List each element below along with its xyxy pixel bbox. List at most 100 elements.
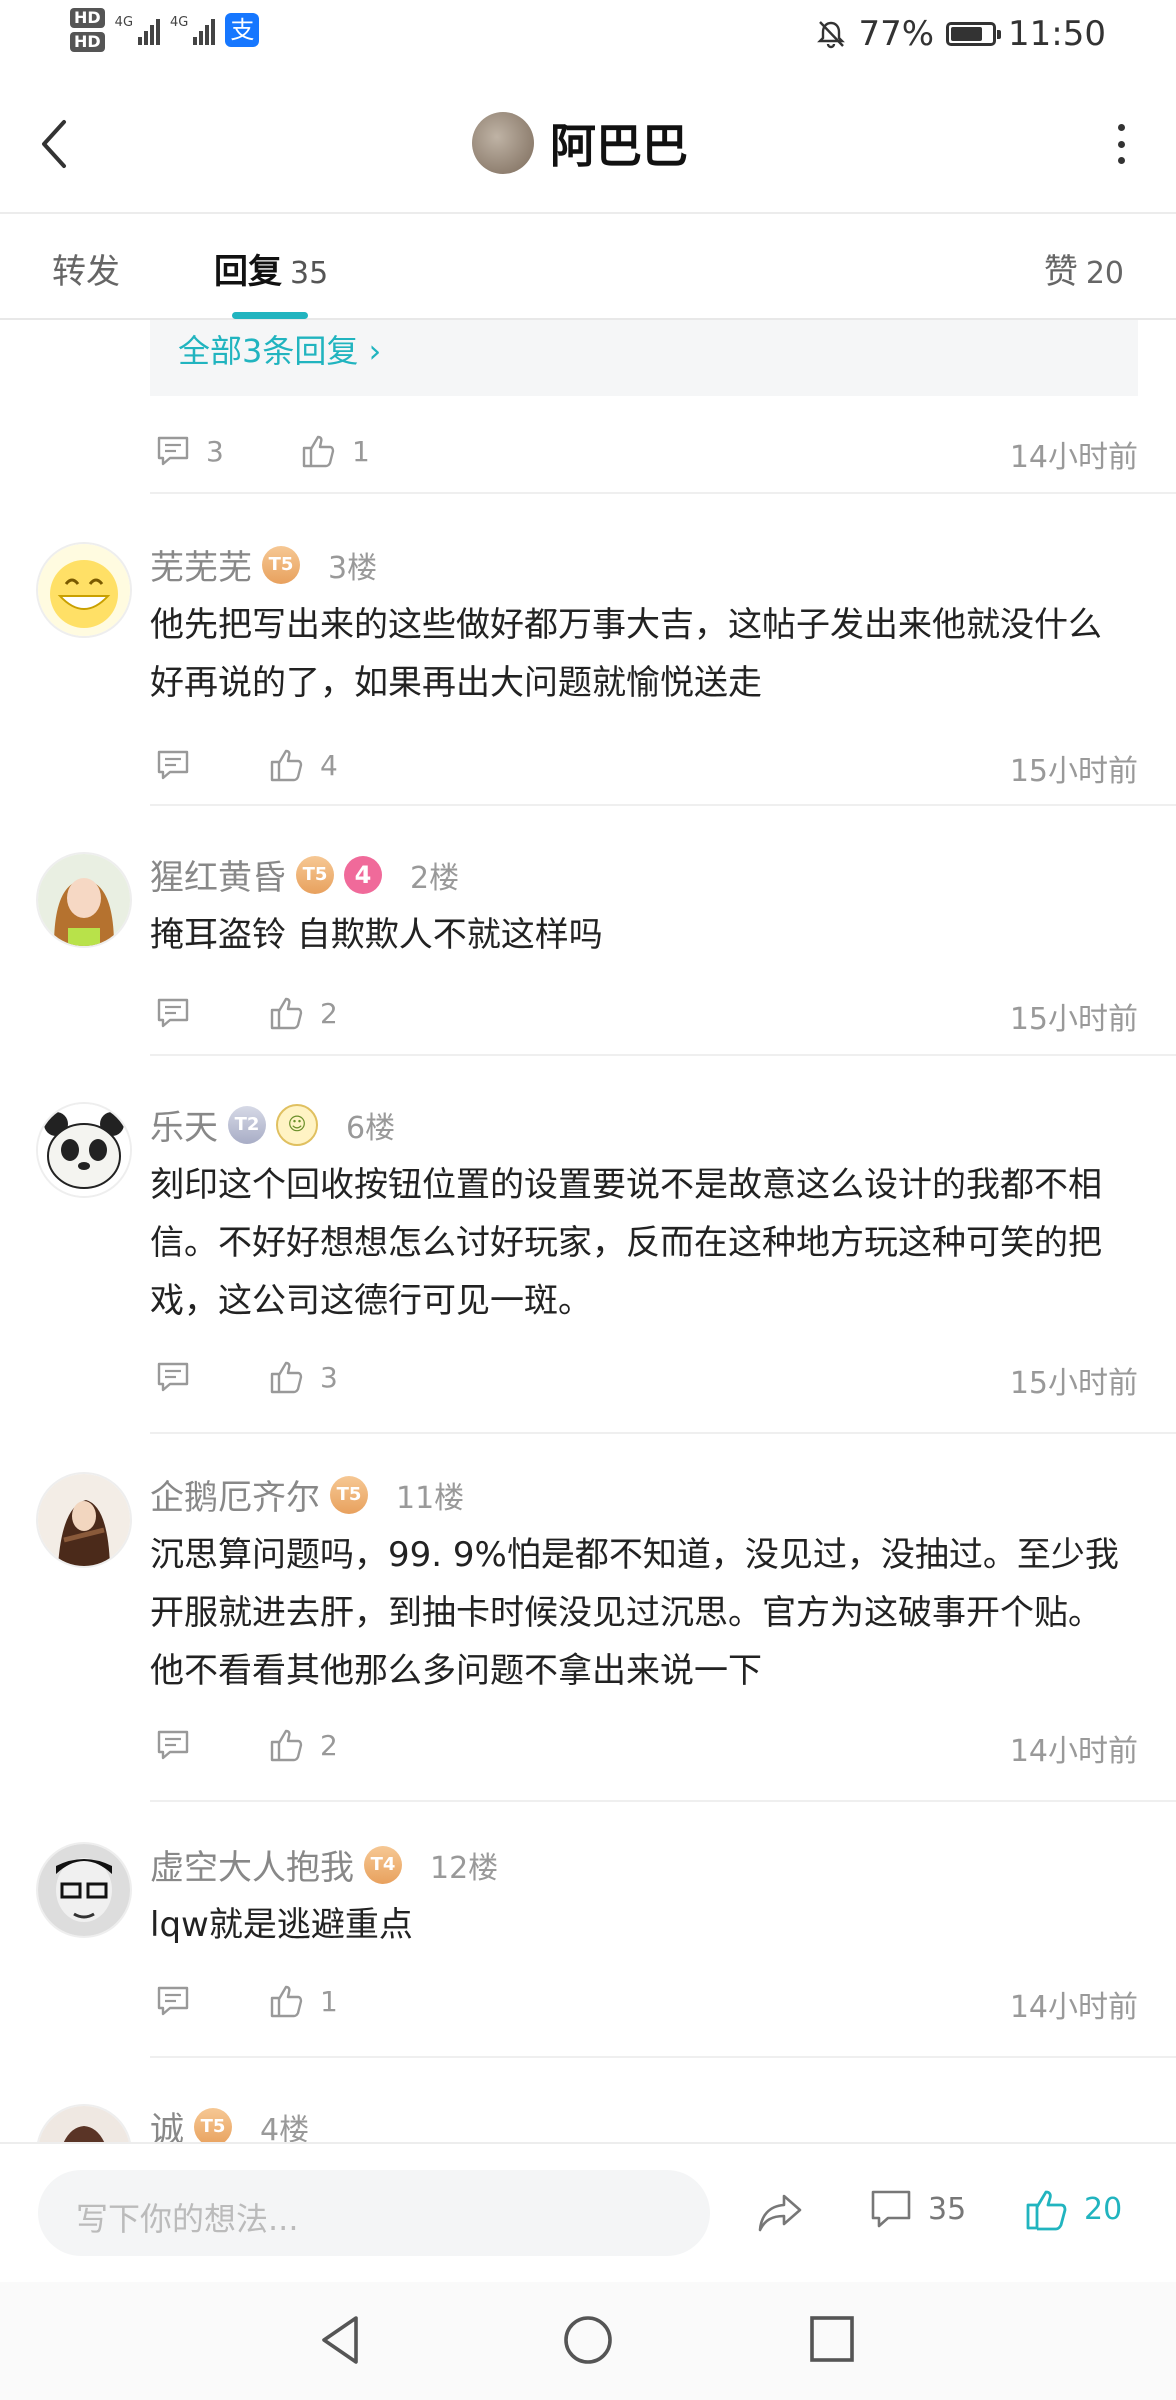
comment-icon <box>157 436 189 466</box>
bottom-action-bar: 写下你的想法... 35 20 <box>0 2142 1176 2284</box>
user-avatar[interactable] <box>36 1842 132 1938</box>
comment-button[interactable] <box>154 1982 192 2020</box>
divider <box>150 1054 1176 1056</box>
comment-button[interactable] <box>154 746 192 784</box>
tab-reply-label: 回复 <box>214 252 282 292</box>
sub-replies-box[interactable]: 全部3条回复 › <box>150 320 1138 396</box>
thumbs-up-icon <box>270 997 303 1030</box>
username[interactable]: 诚 <box>150 2102 184 2142</box>
user-avatar[interactable] <box>36 1472 132 1568</box>
battery-fill <box>951 27 983 41</box>
likes-count: 20 <box>1084 2191 1123 2227</box>
user-avatar[interactable] <box>36 852 132 948</box>
like-button[interactable]: 2 <box>268 994 338 1032</box>
comment-button[interactable] <box>154 1726 192 1764</box>
battery-icon <box>946 22 1002 46</box>
user-avatar[interactable] <box>36 542 132 638</box>
comment-input-placeholder: 写下你的想法... <box>76 2200 299 2238</box>
thumbs-up-icon <box>270 1361 303 1394</box>
status-bar: HD HD 4G 4G 支 77% 11:50 <box>0 0 1176 72</box>
like-button[interactable]: 4 <box>268 746 338 784</box>
like-button[interactable]: 20 <box>1024 2186 1122 2232</box>
username[interactable]: 企鹅厄齐尔 <box>150 1470 320 1519</box>
comment-button[interactable] <box>154 994 192 1032</box>
system-recents-icon[interactable] <box>806 2312 858 2368</box>
back-arrow-icon[interactable] <box>36 114 76 174</box>
timestamp: 14小时前 <box>1009 1734 1138 1769</box>
comment-icon <box>157 1362 189 1392</box>
user-level-badge: T2 <box>228 1105 266 1144</box>
reply-header: 芜芜芜 T5 3楼 <box>150 540 377 589</box>
all-replies-link[interactable]: 全部3条回复 › <box>178 326 381 372</box>
system-back-icon[interactable] <box>316 2312 366 2368</box>
username[interactable]: 虚空大人抱我 <box>150 1840 354 1889</box>
tab-repost[interactable]: 转发 <box>52 244 120 293</box>
comment-button[interactable]: 3 <box>154 432 224 470</box>
floor-number: 2楼 <box>410 860 460 896</box>
comment-icon <box>157 750 189 780</box>
active-tab-indicator <box>232 312 308 319</box>
divider <box>150 1800 1176 1802</box>
divider <box>150 804 1176 806</box>
user-level-badge: T5 <box>194 2107 232 2142</box>
more-options-icon[interactable] <box>1116 124 1126 164</box>
network-type-1: 4G <box>114 15 134 30</box>
thumbs-up-icon <box>270 749 303 782</box>
action-row: 2 15小时前 <box>150 984 1138 1044</box>
reply-text: 刻印这个回收按钮位置的设置要说不是故意这么设计的我都不相信。不好好想想怎么讨好玩… <box>150 1165 1102 1321</box>
comments-button[interactable]: 35 <box>868 2186 966 2232</box>
username[interactable]: 猩红黄昏 <box>150 850 286 899</box>
signal-icon: 4G <box>114 15 161 45</box>
username[interactable]: 乐天 <box>150 1100 218 1149</box>
comment-input[interactable]: 写下你的想法... <box>38 2170 710 2256</box>
user-level-badge: T5 <box>296 855 334 894</box>
divider <box>150 2056 1176 2058</box>
comments-count: 35 <box>928 2191 967 2227</box>
like-count: 1 <box>320 1984 338 2018</box>
hd-indicator-2: HD <box>70 32 105 52</box>
timestamp: 15小时前 <box>1009 754 1138 789</box>
share-icon[interactable] <box>756 2190 806 2236</box>
tab-like-label: 赞 <box>1043 252 1078 292</box>
reply-text: 掩耳盗铃 自欺欺人不就这样吗 <box>150 915 603 955</box>
comment-button[interactable] <box>154 1358 192 1396</box>
comment-count: 3 <box>206 434 224 468</box>
username[interactable]: 芜芜芜 <box>150 540 252 589</box>
system-home-icon[interactable] <box>562 2312 614 2368</box>
floor-number: 3楼 <box>328 550 378 586</box>
comment-icon <box>157 1730 189 1760</box>
all-replies-label: 全部3条回复 <box>178 332 359 370</box>
mute-bell-icon <box>817 21 846 49</box>
tab-reply-count: 35 <box>290 256 329 291</box>
like-count: 2 <box>320 996 338 1030</box>
nav-title-group[interactable]: 阿巴巴 <box>472 110 688 176</box>
user-avatar[interactable] <box>36 2104 132 2142</box>
reply-feed[interactable]: 全部3条回复 › 3 1 14小时前 芜芜芜 T5 3楼 他先把写出来的这些做好… <box>0 320 1176 2142</box>
thumbs-up-icon <box>1026 2190 1067 2231</box>
user-level-badge: T5 <box>330 1475 368 1514</box>
action-row: 4 15小时前 <box>150 736 1138 796</box>
comment-icon <box>871 2190 911 2228</box>
status-left: HD HD 4G 4G 支 <box>70 8 260 52</box>
hd-indicator-1: HD <box>70 8 105 28</box>
like-button[interactable]: 1 <box>300 432 370 470</box>
like-count: 1 <box>352 434 370 468</box>
like-button[interactable]: 1 <box>268 1982 338 2020</box>
timestamp: 15小时前 <box>1009 1366 1138 1401</box>
like-button[interactable]: 2 <box>268 1726 338 1764</box>
reply-header: 企鹅厄齐尔 T5 11楼 <box>150 1470 464 1519</box>
tab-like[interactable]: 赞 20 <box>1044 244 1124 293</box>
alipay-icon: 支 <box>225 13 260 47</box>
top-nav-bar: 阿巴巴 <box>0 72 1176 214</box>
action-row: 3 15小时前 <box>150 1348 1138 1408</box>
like-button[interactable]: 3 <box>268 1358 338 1396</box>
tab-reply[interactable]: 回复 35 <box>214 244 328 293</box>
system-navigation-bar <box>0 2282 1176 2400</box>
timestamp: 15小时前 <box>1009 1002 1138 1037</box>
author-avatar[interactable] <box>472 112 534 174</box>
user-level-badge: T4 <box>364 1845 402 1884</box>
network-type-2: 4G <box>170 15 189 30</box>
user-avatar[interactable] <box>36 1102 132 1198</box>
reply-header: 乐天 T2 ☺ 6楼 <box>150 1100 395 1149</box>
action-row: 1 14小时前 <box>150 1972 1138 2032</box>
